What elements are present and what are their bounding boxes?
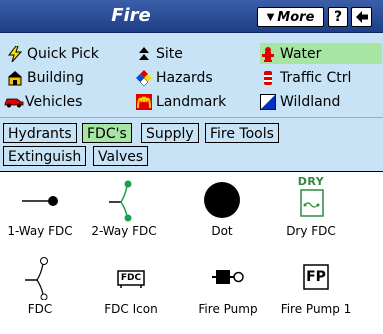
category-quick-pick[interactable]: Quick Pick [7, 43, 99, 64]
back-arrow-icon [355, 11, 368, 23]
back-button[interactable] [351, 7, 372, 27]
one-way-fdc-icon [22, 196, 58, 206]
symbol-fdc[interactable]: FDC [0, 254, 80, 324]
tab-supply[interactable]: Supply [141, 123, 199, 143]
building-icon [7, 70, 23, 86]
category-building[interactable]: Building [7, 67, 84, 88]
landmark-icon [136, 93, 152, 110]
wildland-icon [260, 93, 276, 110]
symbol-fdc-icon[interactable]: FDC FDC Icon [91, 254, 171, 324]
dot-icon [204, 182, 240, 218]
fp-badge: FP [306, 269, 326, 285]
category-label: Site [156, 45, 183, 62]
dry-badge: DRY [297, 175, 325, 188]
category-label: Building [27, 69, 84, 86]
tab-extinguish[interactable]: Extinguish [3, 146, 87, 166]
category-label: Quick Pick [27, 45, 99, 62]
more-label: More [277, 9, 315, 25]
category-label: Vehicles [25, 93, 83, 110]
two-way-fdc-icon [109, 180, 132, 222]
category-label: Wildland [280, 93, 341, 110]
symbol-label: FDC [27, 302, 53, 316]
symbol-fire-pump-1[interactable]: FP Fire Pump 1 [276, 254, 356, 324]
category-grid: Quick Pick Site Water Building Hazards T… [0, 33, 383, 117]
subtab-bar: Hydrants FDC's Supply Fire Tools Extingu… [0, 117, 383, 171]
symbol-dry-fdc[interactable]: DRY Dry FDC [271, 176, 351, 246]
symbol-label: 1-Way FDC [7, 224, 73, 238]
fdc-icon [25, 257, 48, 300]
symbol-label: 2-Way FDC [91, 224, 157, 238]
symbol-label: Fire Pump [198, 302, 258, 316]
tab-fire-tools[interactable]: Fire Tools [205, 123, 279, 143]
page-title: Fire [111, 5, 151, 26]
tab-valves[interactable]: Valves [93, 146, 149, 166]
category-label: Landmark [156, 93, 227, 110]
category-landmark[interactable]: Landmark [136, 91, 226, 112]
more-button[interactable]: ▼ More [257, 7, 324, 27]
symbol-fire-pump[interactable]: Fire Pump [188, 254, 268, 324]
symbol-label: FDC Icon [104, 302, 158, 316]
symbol-1-way-fdc[interactable]: 1-Way FDC [0, 176, 80, 246]
caret-down-icon: ▼ [266, 11, 275, 23]
symbol-dot[interactable]: Dot [182, 176, 262, 246]
category-label: Hazards [156, 69, 213, 86]
category-site[interactable]: Site [136, 43, 183, 64]
hydrant-icon [260, 46, 276, 62]
hazard-diamond-icon [136, 69, 152, 86]
fire-pump-icon [212, 270, 244, 284]
symbol-2-way-fdc[interactable]: 2-Way FDC [84, 176, 164, 246]
symbol-panel: 1-Way FDC 2-Way FDC Dot DRY Dry FDC FDC … [0, 171, 383, 334]
tab-fdcs[interactable]: FDC's [82, 123, 132, 143]
site-icon [136, 46, 152, 62]
fdc-badge: FDC [120, 273, 142, 283]
symbol-label: Dry FDC [286, 224, 336, 238]
category-hazards[interactable]: Hazards [136, 67, 213, 88]
category-traffic-ctrl[interactable]: Traffic Ctrl [260, 67, 351, 88]
category-vehicles[interactable]: Vehicles [4, 91, 82, 112]
symbol-label: Dot [211, 224, 233, 238]
category-wildland[interactable]: Wildland [260, 91, 340, 112]
category-label: Traffic Ctrl [280, 69, 352, 86]
title-bar: Fire ▼ More ? [0, 0, 383, 33]
tab-hydrants[interactable]: Hydrants [3, 123, 77, 143]
category-label: Water [280, 45, 322, 62]
category-water[interactable]: Water [260, 43, 382, 64]
help-button[interactable]: ? [328, 7, 348, 27]
symbol-label: Fire Pump 1 [280, 302, 352, 316]
lightning-icon [7, 45, 23, 62]
traffic-barrel-icon [260, 70, 276, 86]
vehicle-icon [4, 94, 24, 110]
